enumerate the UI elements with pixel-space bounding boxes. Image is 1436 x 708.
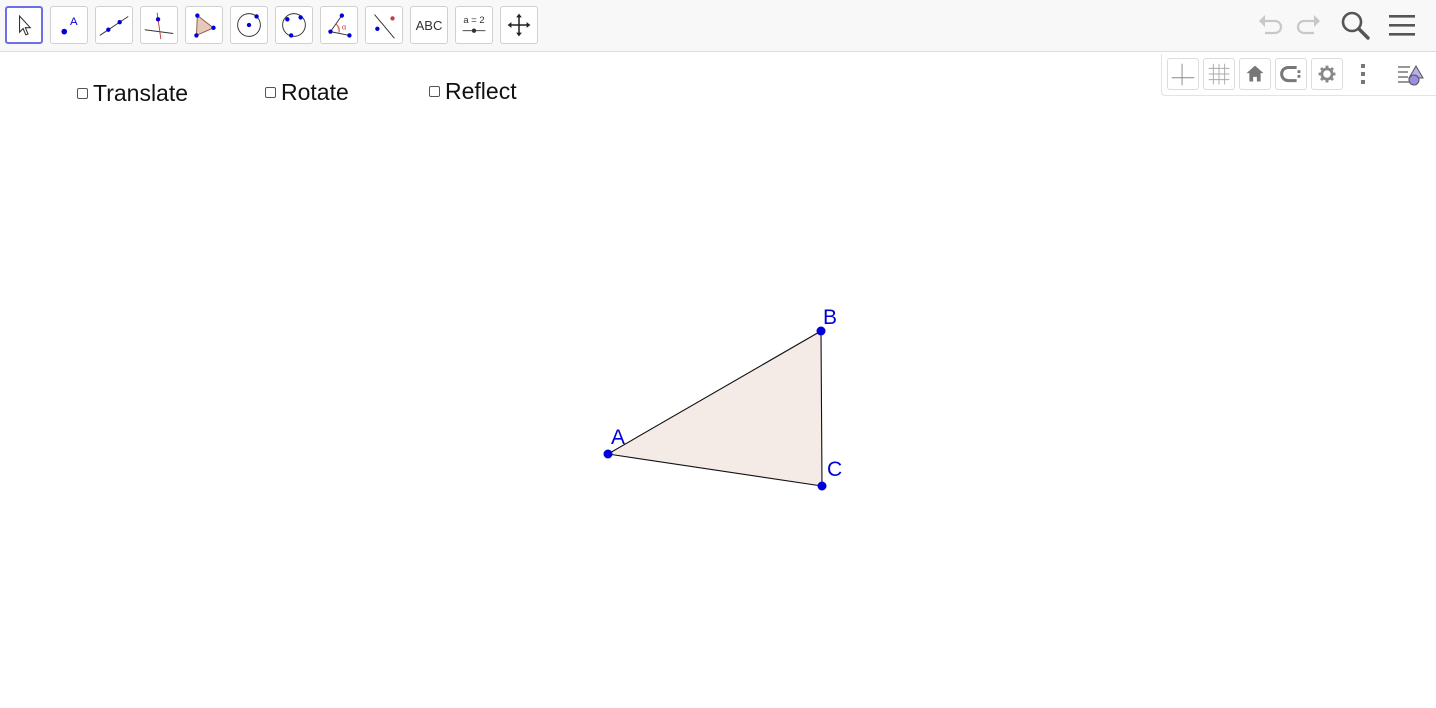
pointer-arrow-icon: [18, 14, 32, 36]
redo-button[interactable]: [1292, 9, 1324, 41]
move-graphics-tool-button[interactable]: [500, 6, 538, 44]
triangle-polygon[interactable]: [606, 330, 823, 487]
line-tool-button[interactable]: [95, 6, 133, 44]
circle-three-points-icon: [282, 13, 306, 38]
menu-button[interactable]: [1386, 9, 1418, 41]
checkbox-box[interactable]: [77, 88, 88, 99]
circle-three-points-tool-button[interactable]: [275, 6, 313, 44]
graphics-style-bar: [1161, 54, 1436, 96]
translate-checkbox[interactable]: Translate: [77, 80, 188, 107]
svg-text:a = 2: a = 2: [463, 15, 484, 26]
hamburger-menu-icon: [1389, 15, 1415, 36]
perpendicular-line-icon: [144, 12, 174, 40]
graphics-view[interactable]: A B C: [0, 0, 1436, 708]
point-a-label: A: [611, 426, 625, 449]
toolbar: A α ABC a = 2: [0, 0, 1436, 52]
point-tool-button[interactable]: A: [50, 6, 88, 44]
undo-icon: [1259, 15, 1283, 35]
toggle-grid-button[interactable]: [1203, 58, 1235, 90]
checkbox-label: Reflect: [445, 78, 517, 104]
checkbox-box[interactable]: [429, 86, 440, 97]
point-capturing-button[interactable]: [1275, 58, 1307, 90]
grid-icon: [1208, 63, 1230, 85]
angle-icon: α: [328, 13, 352, 38]
search-icon: [1341, 11, 1370, 40]
circle-tool-button[interactable]: [230, 6, 268, 44]
point-c-label: C: [827, 458, 842, 481]
checkbox-box[interactable]: [265, 87, 276, 98]
polygon-tool-button[interactable]: [185, 6, 223, 44]
rotate-checkbox[interactable]: Rotate: [265, 79, 349, 106]
move-graphics-view-icon: [507, 13, 531, 37]
reflect-about-line-icon: [374, 14, 395, 39]
point-a[interactable]: [603, 449, 613, 459]
slider-tool-button[interactable]: a = 2: [455, 6, 493, 44]
point-b[interactable]: [816, 326, 826, 336]
search-button[interactable]: [1339, 9, 1371, 41]
slider-icon: a = 2: [462, 15, 486, 33]
more-vertical-icon: [1361, 64, 1365, 84]
axes-icon: [1171, 63, 1195, 86]
text-icon: ABC: [415, 18, 443, 33]
settings-button[interactable]: [1311, 58, 1343, 90]
move-tool-button[interactable]: [5, 6, 43, 44]
perpendicular-line-tool-button[interactable]: [140, 6, 178, 44]
point-b-label: B: [823, 306, 837, 329]
toggle-style-bar-button[interactable]: [1395, 58, 1427, 90]
circle-center-point-icon: [237, 13, 261, 37]
polygon-icon: [194, 13, 216, 38]
reflect-tool-button[interactable]: [365, 6, 403, 44]
text-tool-button[interactable]: ABC: [410, 6, 448, 44]
svg-text:A: A: [70, 16, 78, 28]
checkbox-label: Translate: [93, 80, 189, 106]
point-icon: A: [61, 16, 78, 35]
toggle-axes-button[interactable]: [1167, 58, 1199, 90]
more-options-button[interactable]: [1347, 58, 1379, 90]
home-icon: [1246, 65, 1264, 82]
redo-icon: [1296, 15, 1320, 35]
point-c[interactable]: [817, 481, 827, 491]
angle-tool-button[interactable]: α: [320, 6, 358, 44]
toggle-style-bar-icon: [1398, 65, 1424, 86]
gear-icon: [1318, 65, 1336, 83]
svg-text:α: α: [342, 23, 347, 32]
reflect-checkbox[interactable]: Reflect: [429, 78, 517, 105]
point-capturing-icon: [1280, 65, 1301, 83]
checkbox-label: Rotate: [281, 79, 349, 105]
line-through-points-icon: [99, 16, 129, 36]
undo-button[interactable]: [1255, 9, 1287, 41]
standard-view-button[interactable]: [1239, 58, 1271, 90]
